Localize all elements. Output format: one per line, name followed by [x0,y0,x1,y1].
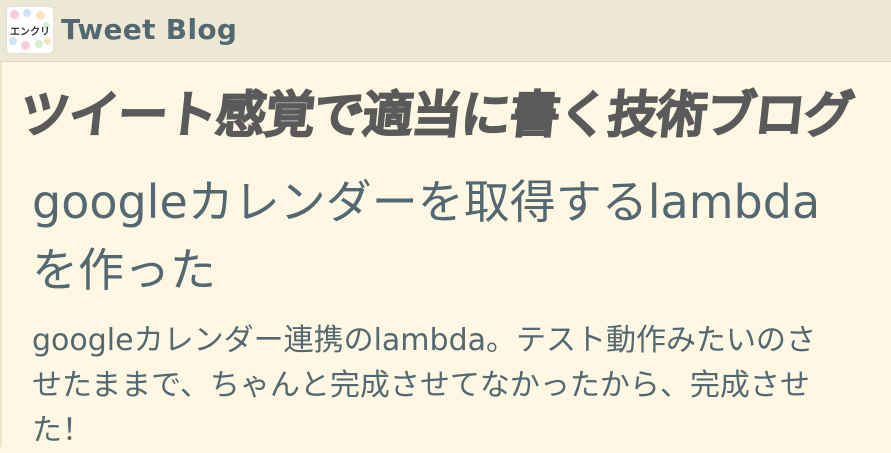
logo-dot [44,38,51,45]
site-name-link[interactable]: Tweet Blog [61,12,237,48]
site-header: エンクリ Tweet Blog [0,0,891,62]
post-summary-text: googleカレンダー連携のlambda。テスト動作みたいのさせたままで、ちゃん… [32,323,816,448]
logo-dot [21,41,30,50]
site-logo[interactable]: エンクリ [7,7,53,53]
logo-dot [35,40,43,48]
post-title-link[interactable]: googleカレンダーを取得するlambdaを作った [32,168,822,304]
logo-dot [10,10,19,19]
blog-tagline-heading: ツイート感覚で適当に書く技術ブログ [16,85,857,145]
logo-dot [36,11,45,20]
page-edge-divider [0,62,2,447]
logo-dot [23,9,31,17]
logo-text: エンクリ [10,27,50,38]
logo-dot [9,37,17,45]
